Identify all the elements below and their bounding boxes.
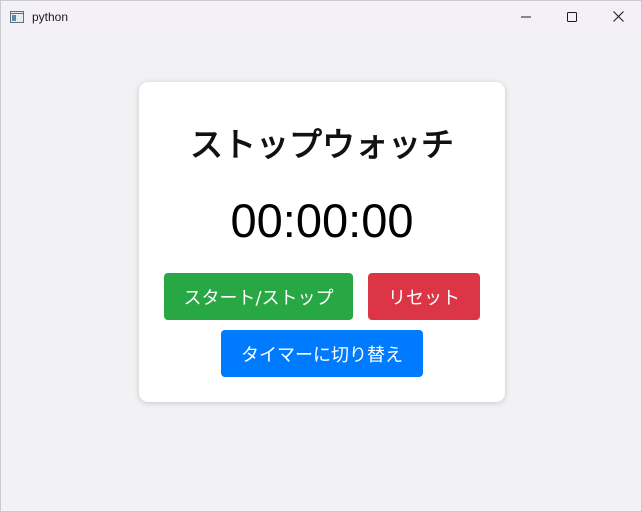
maximize-icon bbox=[567, 11, 577, 22]
title-bar[interactable]: python bbox=[1, 1, 641, 32]
reset-button[interactable]: リセット bbox=[368, 273, 480, 320]
switch-to-timer-button[interactable]: タイマーに切り替え bbox=[221, 330, 423, 377]
app-window: python ストップウォッチ 00:00:00 スタート/ストップ リセット … bbox=[0, 0, 642, 512]
close-button[interactable] bbox=[595, 1, 641, 32]
stopwatch-title: ストップウォッチ bbox=[190, 125, 454, 164]
maximize-button[interactable] bbox=[549, 1, 595, 32]
time-display: 00:00:00 bbox=[230, 194, 414, 247]
minimize-button[interactable] bbox=[503, 1, 549, 32]
python-app-icon bbox=[10, 10, 24, 23]
window-controls bbox=[503, 1, 641, 32]
start-stop-button[interactable]: スタート/ストップ bbox=[164, 273, 353, 320]
minimize-icon bbox=[521, 16, 531, 17]
window-title: python bbox=[32, 9, 69, 24]
close-icon bbox=[612, 11, 624, 22]
stopwatch-card: ストップウォッチ 00:00:00 スタート/ストップ リセット タイマーに切り… bbox=[139, 82, 505, 402]
